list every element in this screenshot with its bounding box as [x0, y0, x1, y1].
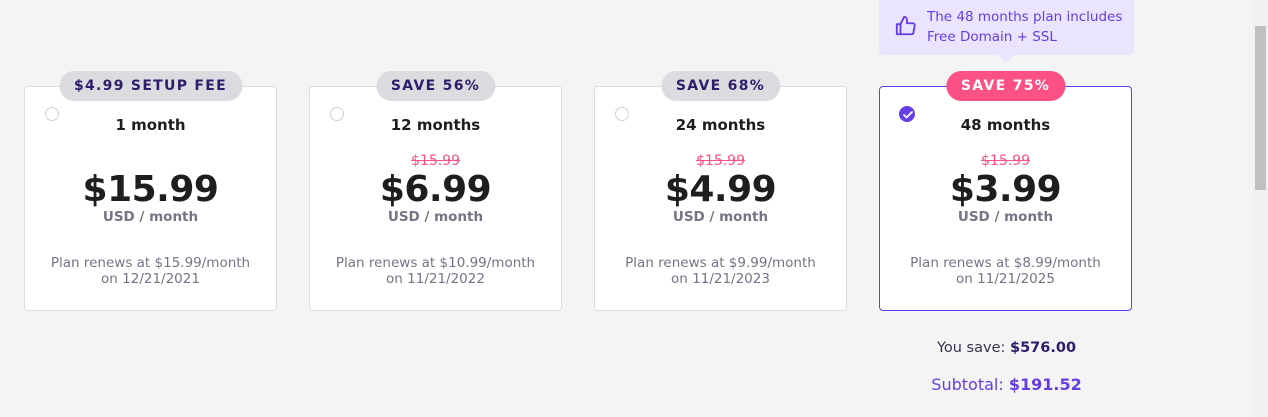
- scrollbar-thumb[interactable]: [1255, 26, 1266, 190]
- pricing-page: The 48 months plan includes Free Domain …: [0, 0, 1268, 417]
- plan-badge: SAVE 68%: [660, 71, 781, 101]
- plan-price: $4.99: [664, 169, 777, 210]
- plan-price-unit: USD / month: [387, 209, 484, 225]
- plan-price-unit: USD / month: [957, 209, 1054, 225]
- plan-renewal-line-2: on 12/21/2021: [101, 271, 200, 287]
- plan-badge: SAVE 56%: [375, 71, 496, 101]
- plan-price-unit: USD / month: [102, 209, 199, 225]
- plan-card-48-months[interactable]: SAVE 75% 48 months $15.99 $3.99 USD / mo…: [879, 71, 1132, 311]
- plan-badge: $4.99 SETUP FEE: [58, 71, 243, 101]
- plan-renewal-info: Plan renews at $15.99/month on 12/21/202…: [25, 255, 276, 287]
- you-save-value: $576.00: [1010, 340, 1077, 356]
- plan-term: 48 months: [960, 116, 1051, 134]
- tooltip-line-1: The 48 months plan includes: [927, 9, 1123, 25]
- thumbs-up-icon: [895, 15, 917, 41]
- plan-term: 12 months: [390, 116, 481, 134]
- plan-renewal-line-2: on 11/21/2022: [386, 271, 485, 287]
- plan-card-12-months[interactable]: SAVE 56% 12 months $15.99 $6.99 USD / mo…: [309, 71, 562, 311]
- subtotal-summary: Subtotal: $191.52: [879, 375, 1134, 394]
- tooltip-line-2: Free Domain + SSL: [927, 29, 1057, 45]
- plan-renewal-line-2: on 11/21/2025: [956, 271, 1055, 287]
- plan-price: $6.99: [379, 169, 492, 210]
- plan-old-price: $15.99: [696, 153, 745, 169]
- plan-term: 1 month: [115, 116, 186, 134]
- plan-renewal-line-1: Plan renews at $10.99/month: [335, 255, 536, 271]
- plan-card-1-month[interactable]: $4.99 SETUP FEE 1 month $15.99 USD / mon…: [24, 71, 277, 311]
- plan-old-price: $15.99: [411, 153, 460, 169]
- plan-badge: SAVE 75%: [945, 71, 1066, 101]
- plan-renewal-line-2: on 11/21/2023: [671, 271, 770, 287]
- plan-price: $3.99: [949, 169, 1062, 210]
- you-save-label: You save:: [936, 340, 1006, 356]
- vertical-scrollbar[interactable]: [1253, 0, 1268, 417]
- you-save-summary: You save: $576.00: [879, 340, 1134, 356]
- plan-card-24-months[interactable]: SAVE 68% 24 months $15.99 $4.99 USD / mo…: [594, 71, 847, 311]
- subtotal-label: Subtotal:: [931, 375, 1004, 394]
- plan-renewal-line-1: Plan renews at $15.99/month: [50, 255, 251, 271]
- plan-price-unit: USD / month: [672, 209, 769, 225]
- plan-price: $15.99: [82, 169, 219, 210]
- plan-tooltip: The 48 months plan includes Free Domain …: [879, 0, 1134, 63]
- tooltip-text: The 48 months plan includes Free Domain …: [927, 7, 1127, 47]
- plan-renewal-info: Plan renews at $9.99/month on 11/21/2023: [595, 255, 846, 287]
- plan-term: 24 months: [675, 116, 766, 134]
- plan-renewal-line-1: Plan renews at $8.99/month: [910, 255, 1101, 271]
- plan-renewal-info: Plan renews at $10.99/month on 11/21/202…: [310, 255, 561, 287]
- plan-renewal-info: Plan renews at $8.99/month on 11/21/2025: [880, 255, 1131, 287]
- plan-old-price: $15.99: [981, 153, 1030, 169]
- subtotal-value: $191.52: [1008, 375, 1082, 394]
- plan-renewal-line-1: Plan renews at $9.99/month: [625, 255, 816, 271]
